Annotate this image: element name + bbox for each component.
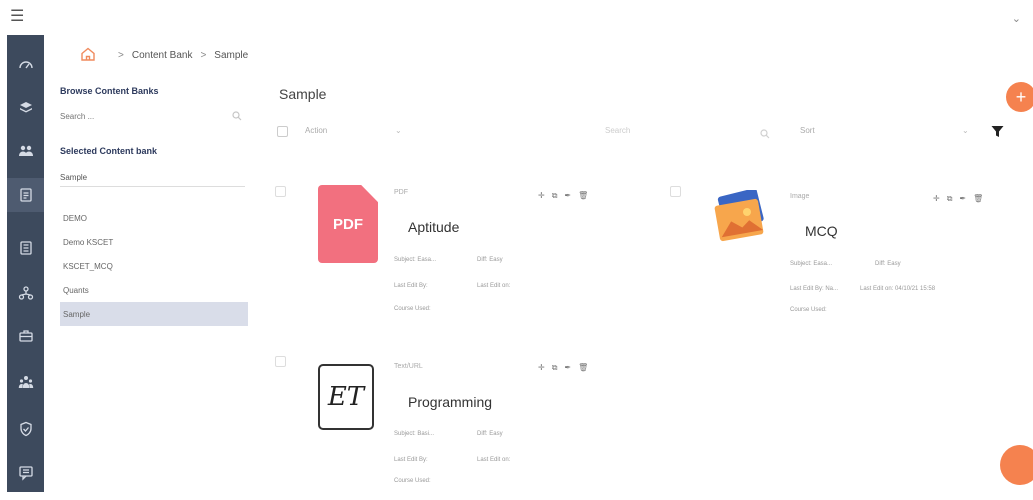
message-icon[interactable]	[7, 456, 44, 490]
card-toolbar: ✛ ⧉ ✒ 🗑	[538, 363, 588, 373]
copy-icon[interactable]: ⧉	[552, 191, 558, 201]
selected-bank-label: Selected Content bank	[60, 146, 158, 156]
card-checkbox[interactable]	[670, 186, 681, 197]
card-last-edit-by: Last Edit By:	[394, 457, 428, 463]
content-search-input[interactable]: Search	[605, 126, 630, 135]
people-group-icon[interactable]	[7, 365, 44, 399]
card-checkbox[interactable]	[275, 356, 286, 367]
breadcrumb-sample: Sample	[214, 50, 249, 61]
card-last-edit-on: Last Edit on:	[477, 283, 511, 289]
move-icon[interactable]: ✛	[538, 363, 545, 373]
search-icon[interactable]	[232, 108, 242, 121]
copy-icon[interactable]: ⧉	[552, 363, 558, 373]
card-title[interactable]: Aptitude	[408, 219, 459, 235]
add-content-button[interactable]: +	[1006, 82, 1033, 112]
card-difficulty: Diff: Easy	[875, 261, 901, 267]
bank-search-input[interactable]	[60, 108, 245, 124]
delete-icon[interactable]: 🗑	[578, 191, 588, 201]
card-subject: Subject: Basi...	[394, 431, 435, 437]
bank-list: DEMO Demo KSCET KSCET_MCQ Quants Sample	[60, 206, 248, 326]
briefcase-icon[interactable]	[7, 319, 44, 353]
card-title[interactable]: Programming	[408, 394, 492, 410]
chevron-down-icon[interactable]: ⌄	[962, 126, 969, 135]
chevron-down-icon[interactable]: ⌄	[395, 126, 402, 135]
card-last-edit-on: Last Edit on:	[477, 457, 511, 463]
top-bar: ☰ ⌄	[0, 0, 1033, 34]
actions-dropdown[interactable]: Action	[305, 126, 327, 135]
card-difficulty: Diff: Easy	[477, 257, 503, 263]
card-type-label: Image	[790, 193, 810, 200]
card-course-used: Course Used:	[790, 307, 827, 313]
breadcrumb-content-bank[interactable]: Content Bank	[132, 50, 193, 61]
breadcrumb: > Content Bank > Sample	[80, 46, 248, 65]
document-icon[interactable]	[7, 178, 44, 212]
report-icon[interactable]	[7, 231, 44, 265]
edit-icon[interactable]: ✒	[564, 363, 571, 373]
card-last-edit-by: Last Edit By: Na...	[790, 286, 839, 292]
edit-icon[interactable]: ✒	[959, 194, 966, 204]
card-subject: Subject: Easa...	[394, 257, 437, 263]
select-all-checkbox[interactable]	[277, 126, 288, 137]
card-subject: Subject: Easa...	[790, 261, 833, 267]
hamburger-icon[interactable]: ☰	[10, 6, 24, 26]
text-url-thumbnail: ET	[318, 364, 374, 430]
card-title[interactable]: MCQ	[805, 223, 838, 239]
network-icon[interactable]	[7, 276, 44, 310]
content-card-text[interactable]: ET Text/URL Programming ✛ ⧉ ✒ 🗑 Subject:…	[275, 350, 595, 500]
card-checkbox[interactable]	[275, 186, 286, 197]
dashboard-icon[interactable]	[7, 47, 44, 81]
bank-item-quants[interactable]: Quants	[60, 278, 248, 302]
content-bank-panel: Browse Content Banks Selected Content ba…	[60, 86, 250, 326]
pdf-thumbnail: PDF	[318, 185, 378, 263]
card-course-used: Course Used:	[394, 306, 431, 312]
card-type-label: PDF	[394, 189, 408, 196]
move-icon[interactable]: ✛	[538, 191, 545, 201]
delete-icon[interactable]: 🗑	[973, 194, 983, 204]
shield-icon[interactable]	[7, 412, 44, 446]
card-course-used: Course Used:	[394, 478, 431, 484]
card-last-edit-on: Last Edit on: 04/10/21 15:58	[860, 286, 936, 292]
card-type-label: Text/URL	[394, 363, 423, 370]
users-icon[interactable]	[7, 134, 44, 168]
layers-icon[interactable]	[7, 91, 44, 125]
image-thumbnail	[713, 188, 769, 251]
chat-button[interactable]	[1000, 445, 1033, 485]
card-toolbar: ✛ ⧉ ✒ 🗑	[538, 191, 588, 201]
card-last-edit-by: Last Edit By:	[394, 283, 428, 289]
bank-item-kscet-mcq[interactable]: KSCET_MCQ	[60, 254, 248, 278]
copy-icon[interactable]: ⧉	[947, 194, 953, 204]
page-title: Sample	[279, 86, 327, 102]
search-icon[interactable]	[760, 126, 770, 139]
nav-rail	[7, 35, 44, 492]
breadcrumb-separator: >	[118, 50, 124, 61]
home-icon[interactable]	[80, 46, 96, 65]
sort-dropdown[interactable]: Sort	[800, 126, 815, 135]
bank-item-demo[interactable]: DEMO	[60, 206, 248, 230]
content-card-image[interactable]: Image MCQ ✛ ⧉ ✒ 🗑 Subject: Easa... Diff:…	[670, 180, 990, 330]
edit-icon[interactable]: ✒	[564, 191, 571, 201]
panel-title: Browse Content Banks	[60, 86, 159, 96]
bank-item-sample[interactable]: Sample	[60, 302, 248, 326]
card-difficulty: Diff: Easy	[477, 431, 503, 437]
card-toolbar: ✛ ⧉ ✒ 🗑	[933, 194, 983, 204]
filter-bar: Action ⌄ Search Sort ⌄	[275, 122, 1010, 144]
chevron-down-icon[interactable]: ⌄	[1012, 12, 1021, 25]
selected-bank-value: Sample	[60, 173, 245, 187]
bank-item-demo-kscet[interactable]: Demo KSCET	[60, 230, 248, 254]
breadcrumb-separator: >	[200, 50, 207, 61]
filter-icon[interactable]	[991, 125, 1004, 138]
content-card-pdf[interactable]: PDF PDF Aptitude ✛ ⧉ ✒ 🗑 Subject: Easa..…	[275, 180, 595, 330]
move-icon[interactable]: ✛	[933, 194, 940, 204]
delete-icon[interactable]: 🗑	[578, 363, 588, 373]
